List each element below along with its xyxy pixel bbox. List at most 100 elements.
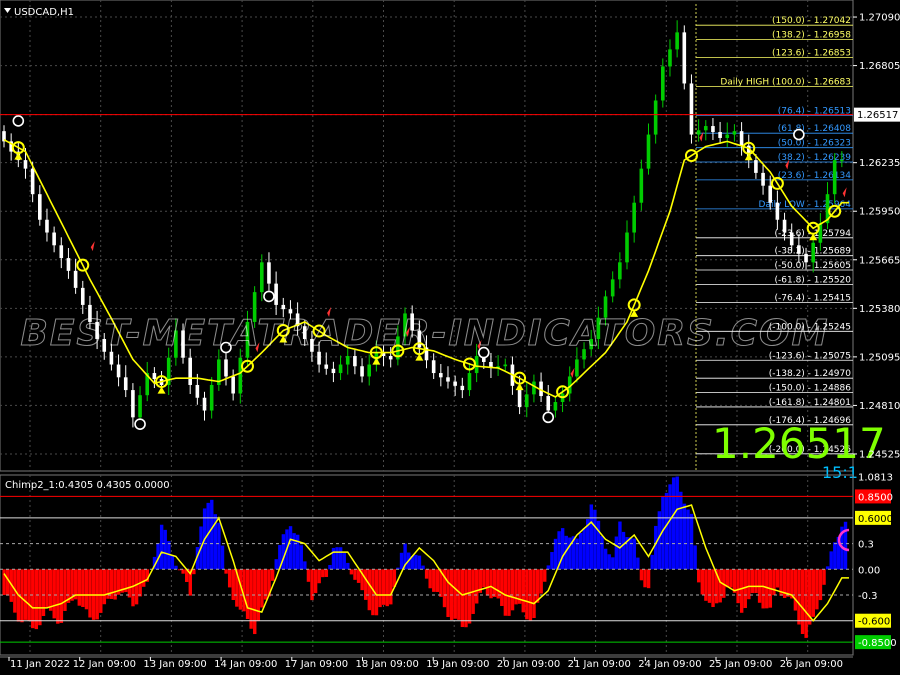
price-tick-label: 1.26805	[859, 61, 900, 72]
candle-body	[331, 368, 336, 374]
candle-body	[575, 359, 579, 377]
histogram-bar	[45, 569, 49, 608]
histogram-bar	[270, 569, 275, 581]
histogram-bar	[324, 569, 329, 577]
time-tick-label: 21 Jan 09:00	[568, 659, 631, 670]
histogram-bar	[754, 569, 758, 593]
candle-body	[696, 130, 701, 135]
histogram-bar	[81, 569, 85, 608]
candle-body	[209, 384, 214, 411]
exit-circle-icon	[542, 411, 555, 424]
histogram-bar	[260, 569, 264, 608]
histogram-bar	[646, 569, 651, 589]
fib-label: (-138.2) - 1.24970	[769, 369, 851, 379]
candle-body	[811, 242, 815, 263]
histogram-bar	[786, 569, 790, 597]
histogram-bar	[525, 569, 529, 620]
histogram-bar	[739, 569, 744, 613]
histogram-bar	[582, 528, 586, 570]
histogram-bar	[399, 552, 404, 570]
candle-body	[610, 279, 615, 297]
candle-body	[367, 364, 372, 377]
histogram-bar	[349, 569, 354, 575]
histogram-bar	[464, 569, 468, 628]
histogram-bar	[793, 569, 798, 611]
histogram-bar	[417, 555, 422, 570]
histogram-bar	[535, 569, 540, 603]
candle-body	[388, 356, 393, 360]
candle-body	[639, 168, 644, 203]
candle-body	[761, 172, 765, 186]
time-tick-label: 11 Jan 2022	[10, 659, 70, 670]
chart-area[interactable]: (150.0) - 1.27042 (138.2) - 1.26958 (123.6…	[0, 0, 900, 675]
histogram-bar	[432, 569, 436, 592]
histogram-bar	[338, 547, 343, 570]
candle-body	[274, 283, 278, 305]
histogram-bar	[170, 555, 175, 570]
histogram-bar	[88, 569, 92, 618]
candle-body	[718, 132, 722, 138]
time-tick-label: 13 Jan 09:00	[143, 659, 206, 670]
candle-body	[231, 376, 235, 394]
histogram-bar	[281, 534, 286, 570]
histogram-bar	[843, 521, 848, 570]
time-tick-label: 24 Jan 09:00	[638, 659, 701, 670]
histogram-bar	[227, 569, 232, 588]
histogram-bar	[41, 569, 46, 616]
time-tick-label: 19 Jan 09:00	[426, 659, 489, 670]
histogram-bar	[593, 509, 597, 570]
histogram-bar	[772, 569, 776, 596]
histogram-bar	[5, 569, 10, 596]
candle-body	[725, 134, 730, 138]
histogram-bar	[510, 569, 515, 611]
candle-body	[661, 66, 665, 101]
price-tick-label: 1.24525	[859, 449, 900, 460]
histogram-bar	[707, 569, 712, 603]
candle-body	[703, 126, 708, 131]
candle-body	[123, 377, 128, 391]
histogram-bar	[346, 562, 350, 570]
histogram-bar	[288, 526, 293, 570]
histogram-bar	[317, 569, 321, 584]
price-tick-label: 1.27090	[859, 13, 900, 24]
fib-label: (50.0) - 1.26323	[778, 139, 851, 149]
histogram-bar	[378, 569, 382, 608]
candle-body	[338, 364, 343, 374]
candle-body	[832, 160, 837, 195]
histogram-bar	[736, 569, 740, 604]
candle-body	[646, 134, 651, 169]
histogram-bar	[224, 569, 228, 574]
candle-body	[353, 356, 357, 367]
candle-body	[546, 396, 551, 411]
histogram-bar	[718, 569, 722, 603]
candle-body	[45, 219, 49, 233]
fib-label: (150.0) - 1.27042	[772, 16, 851, 26]
time-axis[interactable]: 11 Jan 2022 12 Jan 09:00 13 Jan 09:00 14 Ja…	[0, 656, 853, 670]
candle-body	[503, 364, 508, 367]
histogram-bar	[292, 533, 296, 570]
histogram-bar	[367, 569, 372, 611]
histogram-bar	[539, 569, 543, 594]
candle-body	[52, 232, 56, 246]
histogram-bar	[159, 524, 164, 570]
histogram-bar	[675, 476, 679, 570]
exit-circle-icon	[793, 128, 805, 141]
histogram-bar	[328, 564, 332, 570]
histogram-bar	[467, 569, 472, 624]
symbol-label: USDCAD,H1	[14, 7, 74, 18]
histogram-bar	[596, 520, 601, 570]
histogram-bar	[507, 569, 511, 616]
histogram-bar	[800, 569, 805, 635]
histogram-bar	[249, 569, 253, 629]
histogram-bar	[102, 569, 107, 605]
histogram-bar	[725, 569, 730, 588]
histogram-bar	[704, 569, 708, 601]
histogram-bar	[697, 569, 701, 583]
histogram-bar	[52, 569, 56, 619]
histogram-bar	[818, 569, 823, 601]
exit-circle-icon	[263, 290, 275, 303]
histogram-bar	[761, 569, 765, 609]
histogram-bar	[743, 569, 747, 608]
oscillator-level-label: -0.8500	[858, 638, 897, 649]
candle-body	[116, 364, 121, 378]
